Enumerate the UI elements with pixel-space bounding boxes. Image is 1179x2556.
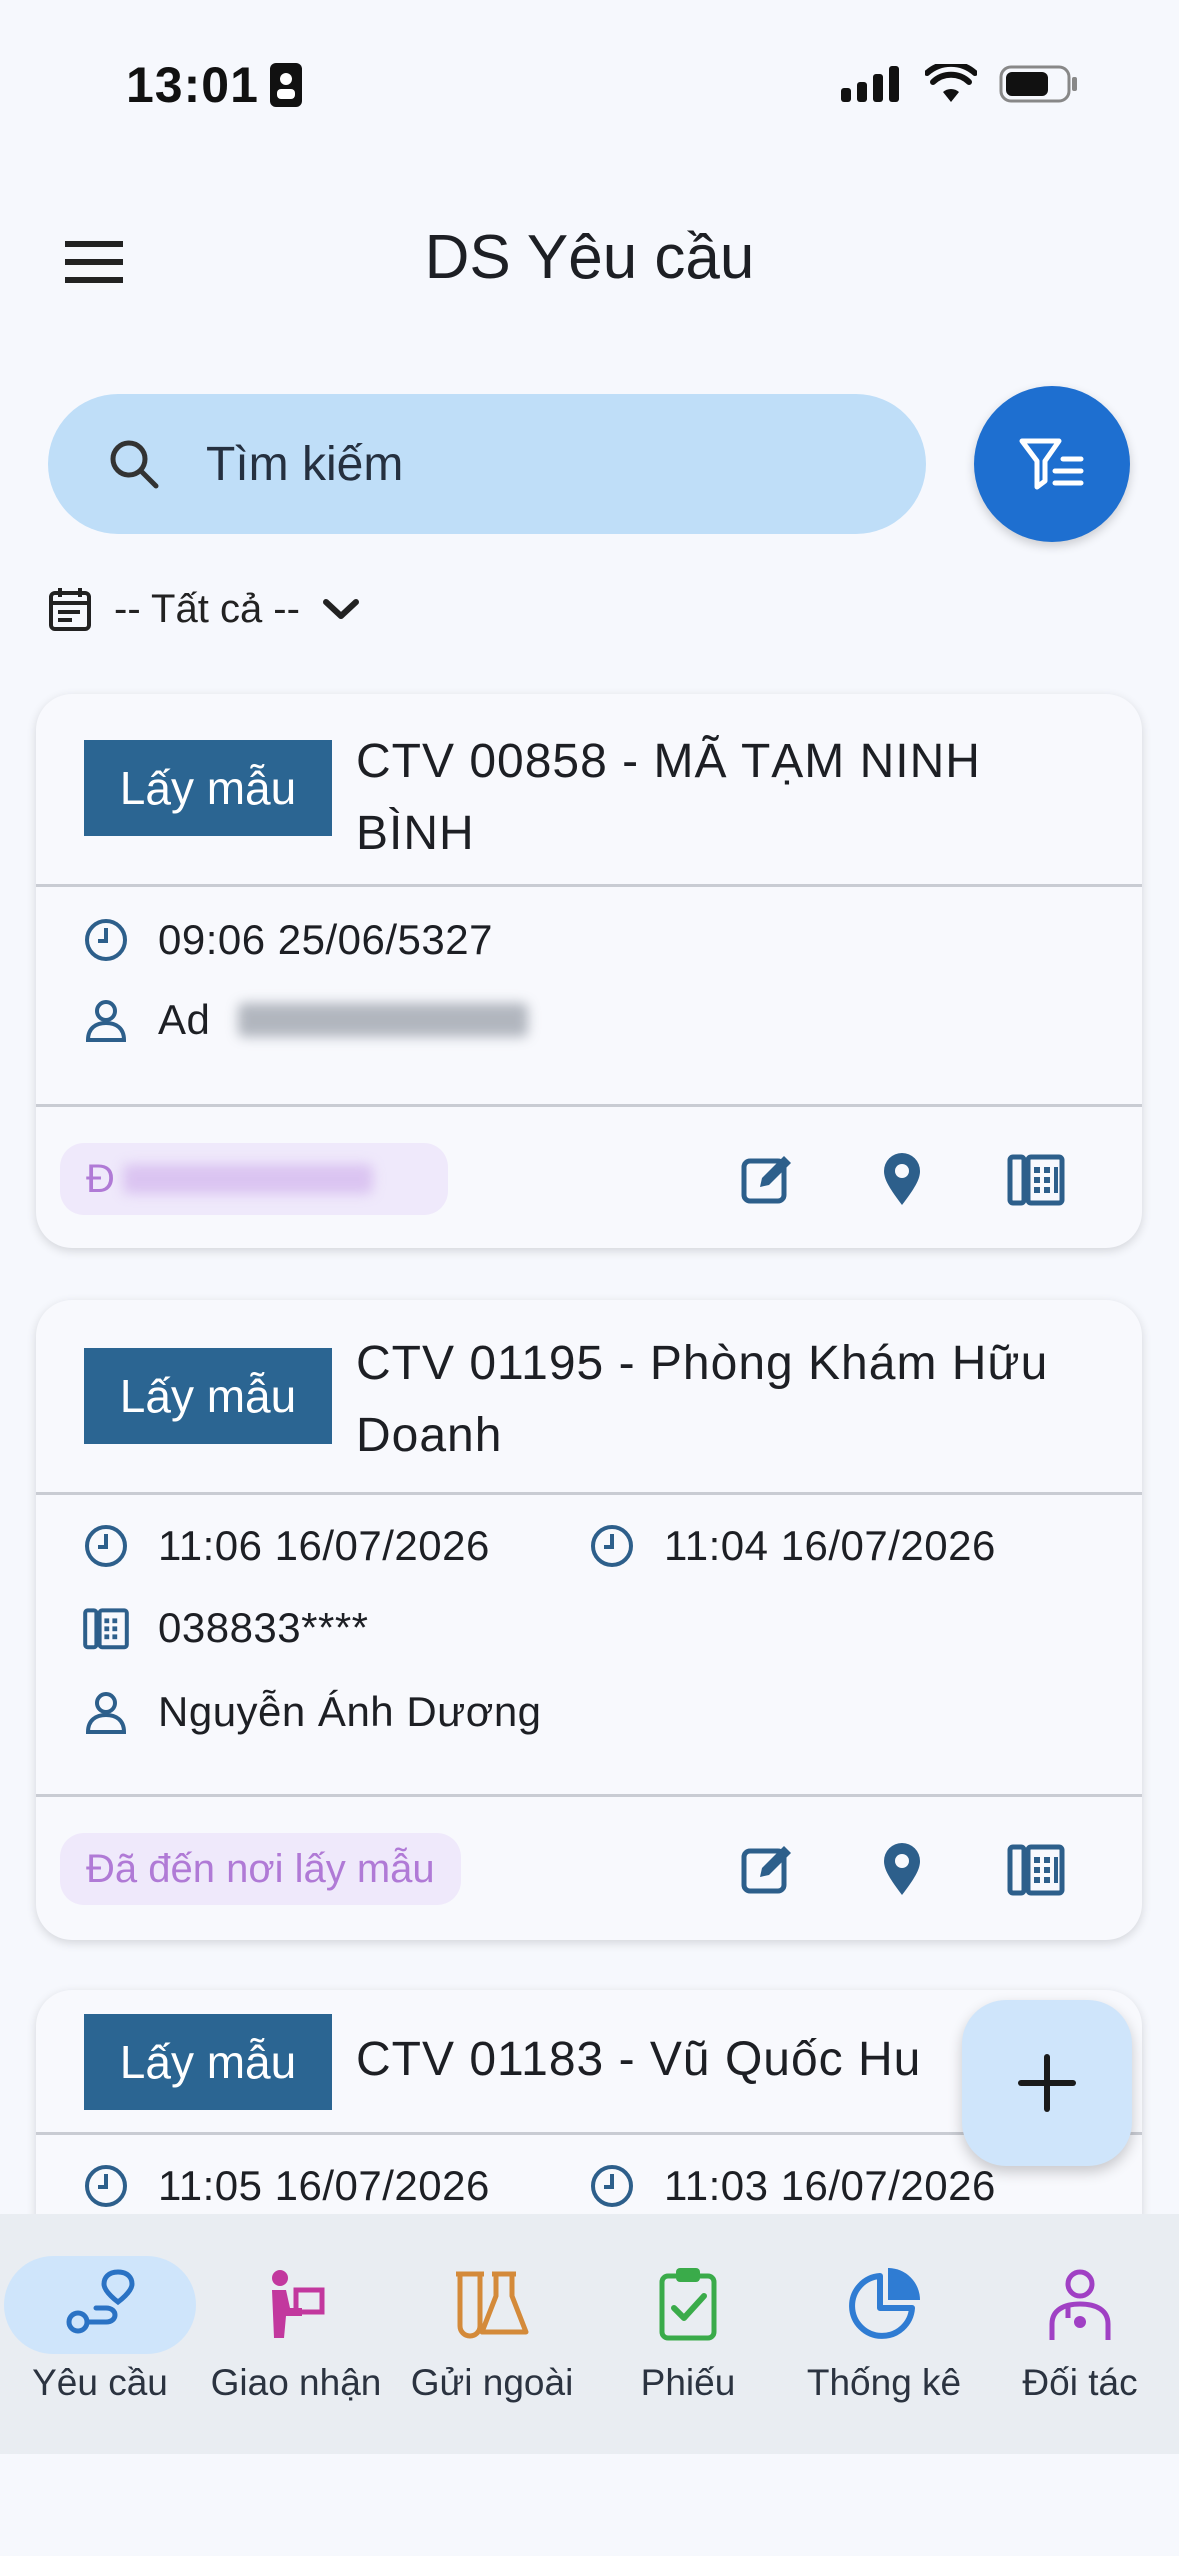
person-icon bbox=[85, 1692, 127, 1734]
search-placeholder: Tìm kiếm bbox=[206, 437, 404, 491]
add-request-button[interactable] bbox=[962, 2000, 1132, 2166]
status-chip: Đ bbox=[60, 1143, 448, 1215]
nav-requests[interactable]: Yêu cầu bbox=[2, 2214, 198, 2454]
created-time: 11:05 16/07/2026 bbox=[158, 2162, 490, 2209]
card-title: CTV 00858 - MÃ TẠM NINH BÌNH bbox=[356, 735, 981, 860]
status-icons bbox=[841, 64, 1079, 104]
person-row: Nguyễn Ánh Dương bbox=[82, 1688, 542, 1736]
fax-phone-icon bbox=[83, 1608, 129, 1650]
signal-icon bbox=[841, 66, 899, 102]
sample-time-row: 11:04 16/07/2026 bbox=[588, 1522, 996, 1570]
type-badge: Lấy mẫu bbox=[84, 2014, 332, 2110]
doctor-icon bbox=[1049, 2269, 1111, 2340]
nav-forms[interactable]: Phiếu bbox=[590, 2214, 786, 2454]
search-input[interactable]: Tìm kiếm bbox=[48, 394, 926, 534]
sample-time-row: 11:03 16/07/2026 bbox=[588, 2162, 996, 2210]
status-chip: Đã đến nơi lấy mẫu bbox=[60, 1833, 461, 1905]
filter-button[interactable] bbox=[974, 386, 1130, 542]
route-icon bbox=[66, 2269, 135, 2334]
request-card[interactable]: Lấy mẫu CTV 00858 - MÃ TẠM NINH BÌNH 09:… bbox=[36, 694, 1142, 1248]
lab-flask-icon bbox=[456, 2271, 529, 2339]
created-time-row: 09:06 25/06/5327 bbox=[82, 916, 493, 964]
bottom-navigation: Yêu cầu Giao nhận Gửi ngoài Phiếu Thống … bbox=[0, 2214, 1179, 2454]
phone-number: 038833**** bbox=[158, 1604, 369, 1651]
clock-icon bbox=[591, 1525, 633, 1567]
type-badge: Lấy mẫu bbox=[84, 1348, 332, 1444]
card-actions: Đ bbox=[36, 1104, 1142, 1248]
location-pin-icon[interactable] bbox=[872, 1149, 932, 1209]
clock-icon bbox=[591, 2165, 633, 2207]
nav-send-out[interactable]: Gửi ngoài bbox=[394, 2214, 590, 2454]
wifi-icon bbox=[925, 64, 977, 102]
filter-list-icon bbox=[1019, 438, 1084, 490]
nav-statistics[interactable]: Thống kê bbox=[786, 2214, 982, 2454]
page-title: DS Yêu cầu bbox=[424, 223, 755, 292]
nav-partners[interactable]: Đối tác bbox=[982, 2214, 1178, 2454]
chevron-down-icon bbox=[322, 599, 359, 619]
battery-icon bbox=[999, 65, 1077, 103]
nav-delivery[interactable]: Giao nhận bbox=[198, 2214, 394, 2454]
calendar-icon bbox=[49, 588, 91, 631]
date-filter-label: -- Tất cả -- bbox=[114, 586, 300, 631]
plus-icon bbox=[1018, 2054, 1076, 2112]
date-filter-dropdown[interactable]: -- Tất cả -- bbox=[48, 586, 360, 632]
location-pin-icon[interactable] bbox=[872, 1839, 932, 1899]
fax-phone-icon[interactable] bbox=[1006, 1149, 1066, 1209]
clock-icon bbox=[85, 919, 127, 961]
nav-label: Đối tác bbox=[1022, 2362, 1138, 2403]
person-row: Ad bbox=[82, 996, 529, 1044]
fax-phone-icon[interactable] bbox=[1006, 1839, 1066, 1899]
id-card-icon bbox=[269, 63, 302, 107]
created-time-row: 11:05 16/07/2026 bbox=[82, 2162, 490, 2210]
request-card[interactable]: Lấy mẫu CTV 01195 - Phòng Khám Hữu Doanh… bbox=[36, 1300, 1142, 1940]
type-badge: Lấy mẫu bbox=[84, 740, 332, 836]
card-actions: Đã đến nơi lấy mẫu bbox=[36, 1794, 1142, 1940]
sample-time: 11:04 16/07/2026 bbox=[664, 1522, 996, 1569]
created-time: 09:06 25/06/5327 bbox=[158, 916, 493, 963]
clock-icon bbox=[85, 1525, 127, 1567]
clipboard-check-icon bbox=[659, 2268, 717, 2341]
phone-row: 038833**** bbox=[82, 1604, 369, 1652]
person-icon bbox=[85, 1000, 127, 1042]
card-title: CTV 01195 - Phòng Khám Hữu Doanh bbox=[356, 1337, 1049, 1462]
clock-icon bbox=[85, 2165, 127, 2207]
person-name: Ad bbox=[158, 996, 211, 1043]
edit-icon[interactable] bbox=[738, 1149, 798, 1209]
edit-icon[interactable] bbox=[738, 1839, 798, 1899]
created-time: 11:06 16/07/2026 bbox=[158, 1522, 490, 1569]
person-name: Nguyễn Ánh Dương bbox=[158, 1688, 542, 1735]
sample-time: 11:03 16/07/2026 bbox=[664, 2162, 996, 2209]
person-delivery-icon bbox=[272, 2270, 325, 2338]
pie-chart-icon bbox=[849, 2268, 920, 2339]
status-time: 13:01 bbox=[126, 56, 303, 114]
search-icon bbox=[110, 440, 159, 489]
created-time-row: 11:06 16/07/2026 bbox=[82, 1522, 490, 1570]
redacted-text bbox=[238, 1003, 529, 1037]
